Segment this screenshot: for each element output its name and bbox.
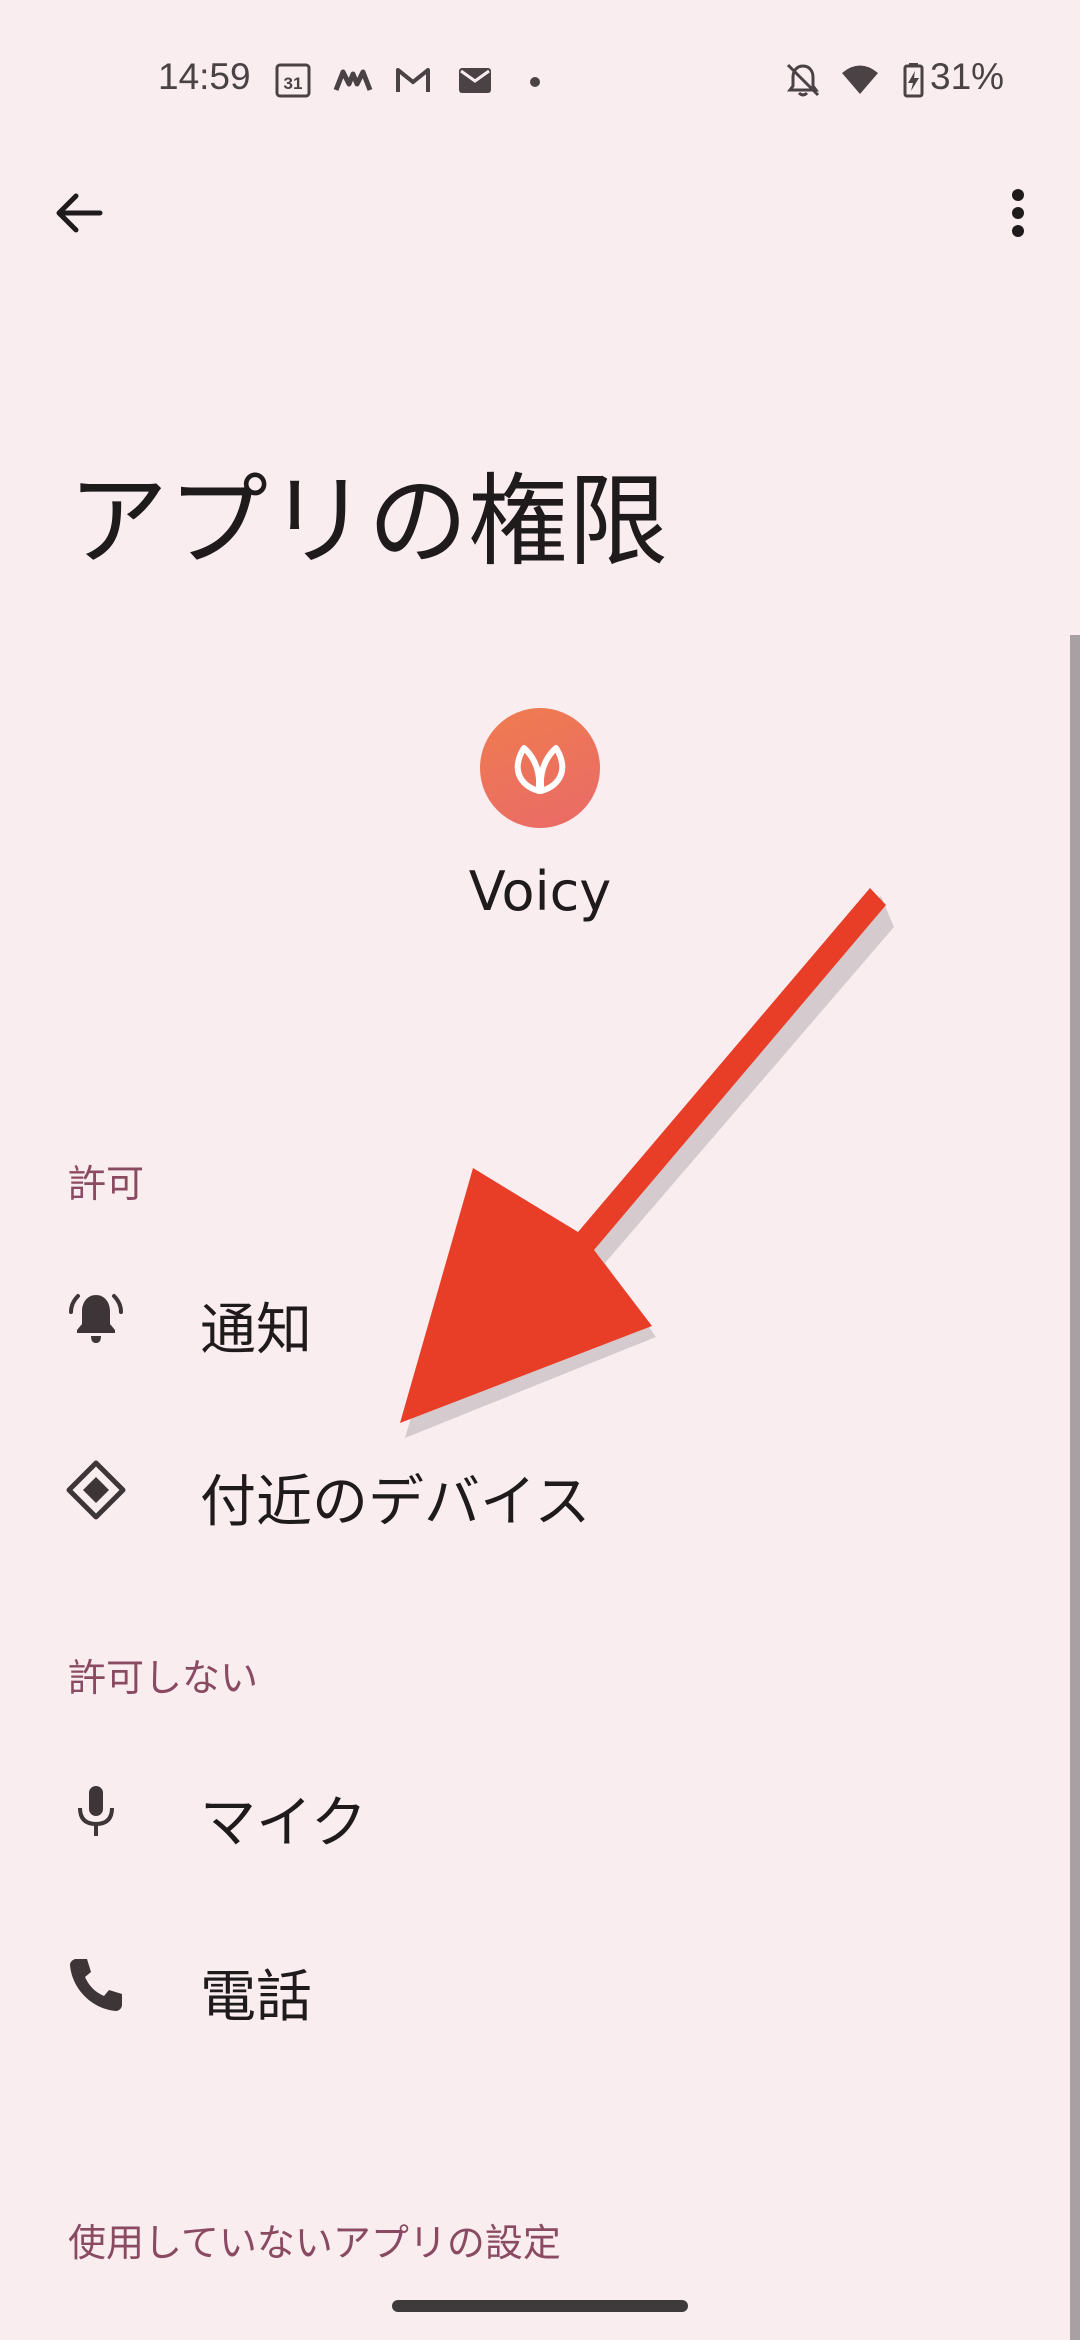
- page-title: アプリの権限: [68, 463, 668, 580]
- battery-percent: 31%: [930, 56, 1005, 97]
- more-options-button[interactable]: [978, 173, 1058, 253]
- scrollbar[interactable]: [1070, 635, 1080, 2340]
- permission-label: 通知: [200, 1298, 312, 1363]
- section-header-denied: 許可しない: [68, 1656, 259, 1700]
- mic-icon: [78, 1786, 114, 1836]
- permission-label: 付近のデバイス: [200, 1470, 591, 1535]
- back-arrow-icon: [56, 193, 103, 233]
- gmail-icon: [396, 68, 430, 92]
- permission-item-phone[interactable]: 電話: [0, 1900, 1060, 2070]
- section-header-unused-app-settings: 使用していないアプリの設定: [68, 2221, 561, 2265]
- app-name: Voicy: [468, 860, 612, 923]
- more-vert-icon: [1012, 189, 1024, 237]
- app-notification-icon: [333, 69, 373, 91]
- permission-item-notifications[interactable]: 通知: [0, 1233, 1060, 1403]
- battery-charging-icon: [903, 63, 924, 98]
- navigation-handle[interactable]: [392, 2300, 688, 2312]
- back-button[interactable]: [38, 173, 118, 253]
- section-header-allowed: 許可: [68, 1162, 145, 1206]
- mail-icon: [459, 68, 491, 93]
- nearby-devices-icon: [66, 1460, 126, 1520]
- calendar-day: 31: [284, 74, 303, 93]
- voicy-leaf-icon: [514, 745, 566, 794]
- wifi-icon: [842, 65, 878, 94]
- status-bar: 14:59 31 31%: [0, 0, 1080, 165]
- status-time: 14:59: [158, 56, 251, 97]
- bell-icon: [69, 1294, 123, 1343]
- permission-label: マイク: [200, 1791, 367, 1856]
- calendar-icon: 31: [275, 63, 311, 98]
- phone-icon: [70, 1959, 122, 2011]
- permission-label: 電話: [200, 1965, 312, 2030]
- dot-icon: [530, 77, 540, 87]
- permission-item-nearby-devices[interactable]: 付近のデバイス: [0, 1405, 1060, 1575]
- permission-item-microphone[interactable]: マイク: [0, 1726, 1060, 1896]
- app-icon: [480, 708, 600, 828]
- bell-off-icon: [786, 63, 820, 97]
